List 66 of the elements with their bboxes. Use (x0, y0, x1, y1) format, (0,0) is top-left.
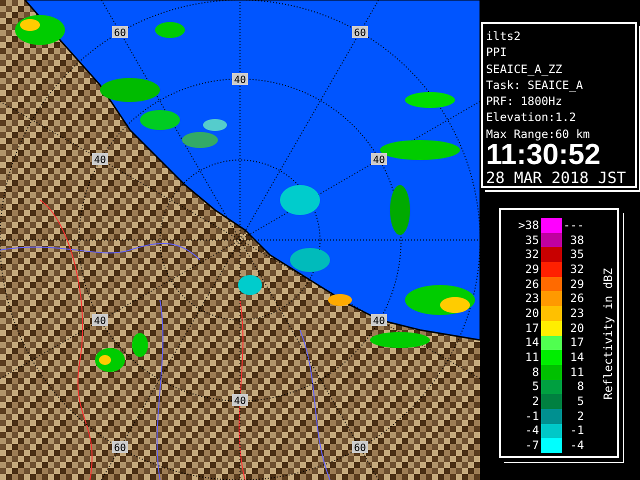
radar-echo (155, 22, 185, 38)
radar-echo (390, 185, 410, 235)
legend-low-value: -4 (524, 424, 539, 438)
legend-high-value: 26 (569, 292, 584, 306)
legend-low-value: 20 (524, 306, 539, 320)
radar-echo (132, 333, 148, 357)
scan-mode: PPI (486, 44, 507, 61)
legend-low-value: -1 (524, 410, 539, 423)
legend-title: Reflectivity in dBZ (602, 268, 615, 400)
max-range-value: Max Range:60 km (486, 126, 590, 142)
legend-low-value: 35 (524, 234, 539, 247)
radar-echo (100, 78, 160, 102)
legend-low-value: 17 (524, 322, 539, 335)
legend-high-value: --- (562, 218, 584, 232)
product-name: SEAICE_A_ZZ (486, 60, 562, 77)
radar-echo (280, 185, 320, 215)
legend-low-value: -7 (524, 439, 539, 452)
range-label: 40 (92, 153, 108, 166)
task-name: Task: SEAICE_A (486, 76, 583, 94)
legend-high-value: 20 (569, 322, 584, 335)
range-label: 60 (352, 26, 368, 39)
radar-echo (140, 110, 180, 130)
radar-echo (290, 248, 330, 272)
legend-low-value: 32 (524, 248, 539, 262)
legend-low-value: >38 (517, 218, 539, 232)
legend-high-value: 17 (569, 336, 584, 350)
legend-low-value: 29 (524, 262, 539, 276)
elevation-value: Elevation:1.2 (486, 109, 576, 126)
legend-high-value: 11 (569, 366, 584, 379)
legend-low-value: 26 (524, 278, 539, 291)
range-label: 40 (232, 394, 248, 407)
legend-high-value: 38 (569, 234, 584, 247)
legend-high-value: -1 (569, 424, 584, 438)
scan-time: 11:30:52 (486, 142, 600, 170)
range-label: 40 (371, 153, 387, 166)
legend-low-value: 8 (531, 366, 539, 379)
legend-high-value: 23 (569, 306, 584, 320)
range-label: 40 (92, 314, 108, 327)
legend-high-value: 2 (576, 410, 584, 423)
radar-echo (405, 285, 475, 315)
radar-echo (405, 92, 455, 108)
legend-high-value: 14 (569, 351, 584, 364)
legend-low-value: 14 (524, 336, 539, 350)
range-label: 60 (112, 441, 128, 454)
radar-echo (15, 15, 65, 45)
station-name: ilts2 (486, 28, 521, 44)
legend-high-value: 5 (576, 395, 584, 408)
legend-high-value: 8 (576, 380, 584, 394)
range-label: 40 (371, 314, 387, 327)
radar-echo (95, 348, 125, 372)
radar-echo (370, 332, 430, 348)
radar-echo (328, 294, 352, 306)
prf-value: PRF: 1800Hz (486, 93, 562, 110)
legend-high-value: 35 (569, 248, 584, 262)
range-label: 60 (352, 441, 368, 454)
legend-low-value: 11 (524, 351, 539, 364)
scan-date: 28 MAR 2018 JST (486, 169, 626, 188)
legend-high-value: -4 (569, 439, 584, 452)
radar-echo (238, 275, 262, 295)
legend-high-value: 29 (569, 278, 584, 291)
legend-low-value: 23 (524, 292, 539, 306)
legend-high-value: 32 (569, 262, 584, 276)
legend-low-value: 5 (531, 380, 539, 394)
range-label: 40 (232, 73, 248, 86)
legend-low-value: 2 (531, 395, 539, 408)
range-label: 60 (112, 26, 128, 39)
